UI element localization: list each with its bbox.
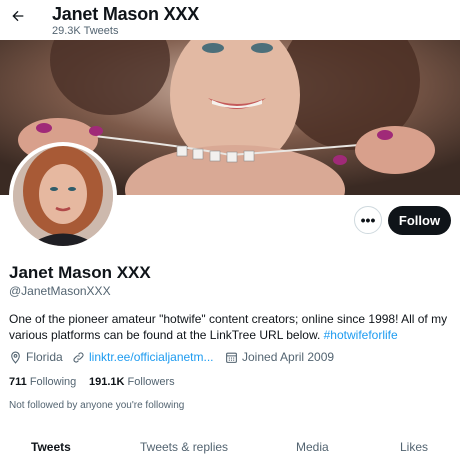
profile-tabs: Tweets Tweets & replies Media Likes (0, 430, 460, 460)
following-label: Following (29, 376, 77, 388)
calendar-icon (225, 351, 238, 364)
website-item: linktr.ee/officialjanetm... (72, 350, 214, 364)
location-pin-icon (9, 351, 22, 364)
header-title: Janet Mason XXX (52, 4, 200, 24)
more-icon: ••• (360, 212, 376, 228)
follow-button[interactable]: Follow (388, 206, 451, 235)
following-link[interactable]: 711 Following (9, 376, 76, 388)
following-count: 711 (9, 376, 27, 388)
tab-likes[interactable]: Likes (400, 440, 428, 454)
profile-handle: @JanetMasonXXX (9, 284, 111, 298)
profile-bio: One of the pioneer amateur "hotwife" con… (9, 311, 454, 343)
arrow-left-icon (10, 8, 26, 29)
avatar[interactable] (9, 142, 117, 250)
website-link[interactable]: linktr.ee/officialjanetm... (89, 350, 214, 364)
link-icon (72, 351, 85, 364)
location-item: Florida (9, 350, 63, 364)
back-button[interactable] (8, 8, 28, 28)
joined-item: Joined April 2009 (225, 350, 334, 364)
tab-tweets[interactable]: Tweets (31, 440, 71, 454)
followers-label: Followers (127, 376, 175, 388)
followers-count: 191.1K (89, 376, 125, 388)
followers-link[interactable]: 191.1K Followers (89, 376, 175, 388)
profile-name: Janet Mason XXX (9, 263, 151, 282)
location-text: Florida (26, 350, 63, 364)
tweet-count: 29.3K Tweets (52, 25, 119, 37)
joined-text: Joined April 2009 (242, 350, 335, 364)
top-bar: Janet Mason XXX 29.3K Tweets (0, 0, 460, 40)
bio-hashtag-link[interactable]: #hotwifeforlife (324, 328, 398, 342)
tab-tweets-replies[interactable]: Tweets & replies (140, 440, 228, 454)
more-options-button[interactable]: ••• (354, 206, 382, 234)
tab-media[interactable]: Media (296, 440, 329, 454)
not-followed-note: Not followed by anyone you're following (9, 400, 185, 411)
